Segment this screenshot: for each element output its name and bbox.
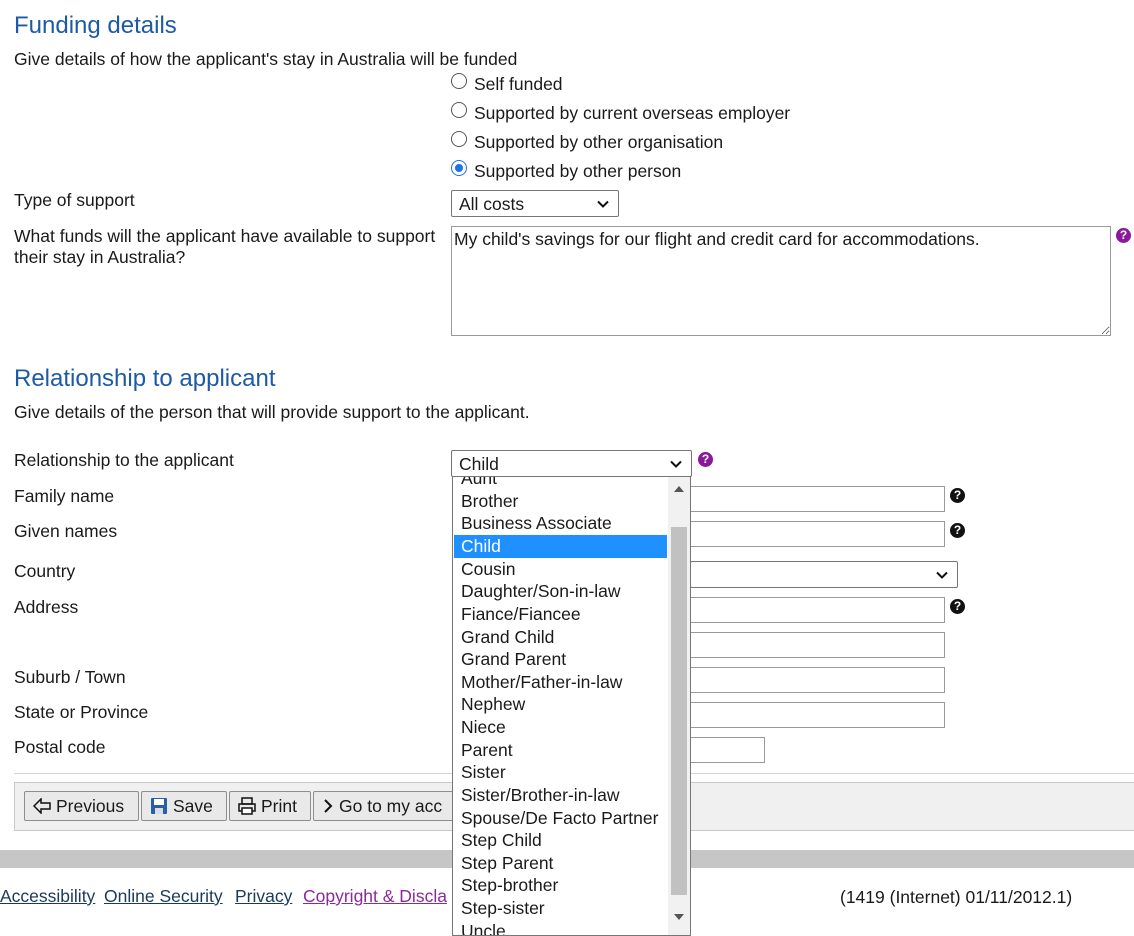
previous-button[interactable]: Previous: [24, 791, 139, 821]
save-icon: [151, 798, 167, 814]
dropdown-option[interactable]: Sister: [454, 761, 667, 784]
relationship-heading: Relationship to applicant: [14, 365, 276, 392]
country-select[interactable]: [690, 561, 958, 588]
postal-code-label: Postal code: [14, 737, 106, 757]
given-names-label: Given names: [14, 521, 118, 541]
dropdown-option[interactable]: Fiance/Fiancee: [454, 603, 667, 626]
given-names-input[interactable]: [690, 521, 945, 547]
funding-intro: Give details of how the applicant's stay…: [14, 49, 518, 69]
scroll-up-arrow-icon[interactable]: [674, 485, 684, 493]
radio-label: Supported by current overseas employer: [474, 103, 791, 123]
type-of-support-label: Type of support: [14, 190, 135, 210]
chevron-down-icon: [670, 460, 682, 468]
dropdown-option[interactable]: Step Parent: [454, 852, 667, 875]
radio-other-person[interactable]: Supported by other person: [451, 159, 681, 183]
chevron-down-icon: [936, 571, 948, 579]
dropdown-option[interactable]: Step-brother: [454, 874, 667, 897]
help-icon[interactable]: ?: [1116, 228, 1131, 243]
suburb-label: Suburb / Town: [14, 667, 126, 687]
select-value: Child: [459, 453, 499, 474]
dropdown-scrollbar[interactable]: [668, 477, 690, 935]
dropdown-option[interactable]: Spouse/De Facto Partner: [454, 807, 667, 830]
chevron-down-icon: [597, 200, 609, 208]
suburb-input[interactable]: [690, 667, 945, 693]
footer-link-copyright[interactable]: Copyright & Discla: [303, 886, 447, 907]
help-icon[interactable]: ?: [950, 488, 965, 503]
scroll-down-arrow-icon[interactable]: [674, 913, 684, 921]
print-label: Print: [261, 795, 297, 816]
chevron-right-icon: [324, 799, 333, 813]
footer-link-security[interactable]: Online Security: [104, 886, 223, 907]
postal-code-input[interactable]: [690, 737, 765, 763]
radio-other-organisation[interactable]: Supported by other organisation: [451, 130, 723, 154]
dropdown-option[interactable]: Parent: [454, 739, 667, 762]
type-of-support-select[interactable]: All costs: [451, 190, 619, 217]
dropdown-option[interactable]: Business Associate: [454, 512, 667, 535]
relationship-dropdown-list[interactable]: Aunt Brother Business Associate Child Co…: [452, 476, 691, 936]
radio-overseas-employer[interactable]: Supported by current overseas employer: [451, 101, 790, 125]
dropdown-option[interactable]: Grand Parent: [454, 648, 667, 671]
radio-button[interactable]: [451, 102, 467, 118]
previous-label: Previous: [56, 795, 125, 816]
dropdown-option[interactable]: Grand Child: [454, 626, 667, 649]
dropdown-option[interactable]: Daughter/Son-in-law: [454, 580, 667, 603]
radio-label: Self funded: [474, 74, 563, 94]
state-label: State or Province: [14, 702, 149, 722]
address-line1-input[interactable]: [690, 597, 945, 623]
family-name-input[interactable]: [690, 486, 945, 512]
dropdown-option[interactable]: Niece: [454, 716, 667, 739]
family-name-label: Family name: [14, 486, 115, 506]
radio-label: Supported by other organisation: [474, 132, 724, 152]
dropdown-option-selected[interactable]: Child: [454, 535, 667, 558]
state-input[interactable]: [690, 702, 945, 728]
funding-heading: Funding details: [14, 12, 177, 39]
relationship-label: Relationship to the applicant: [14, 450, 234, 470]
dropdown-option[interactable]: Step-sister: [454, 897, 667, 920]
print-button[interactable]: Print: [229, 791, 311, 821]
dropdown-option[interactable]: Sister/Brother-in-law: [454, 784, 667, 807]
dropdown-option[interactable]: Nephew: [454, 693, 667, 716]
arrow-left-icon: [33, 798, 51, 814]
save-button[interactable]: Save: [141, 791, 227, 821]
footer-link-privacy[interactable]: Privacy: [235, 886, 292, 907]
print-icon: [238, 797, 256, 815]
version-text: (1419 (Internet) 01/11/2012.1): [840, 887, 1073, 907]
save-label: Save: [173, 795, 213, 816]
country-label: Country: [14, 561, 76, 581]
go-to-account-button[interactable]: Go to my acc: [313, 791, 463, 821]
funds-textarea[interactable]: [451, 226, 1111, 336]
footer-link-accessibility[interactable]: Accessibility: [0, 886, 95, 907]
funds-label-line2: their stay in Australia?: [14, 247, 186, 267]
go-to-account-label: Go to my acc: [339, 795, 443, 816]
funds-label-line1: What funds will the applicant have avail…: [14, 226, 436, 246]
dropdown-option[interactable]: Aunt: [454, 477, 667, 490]
select-value: All costs: [459, 193, 525, 214]
dropdown-option[interactable]: Cousin: [454, 558, 667, 581]
address-line2-input[interactable]: [690, 632, 945, 658]
dropdown-option[interactable]: Mother/Father-in-law: [454, 671, 667, 694]
radio-button-checked[interactable]: [451, 160, 467, 176]
help-icon[interactable]: ?: [698, 452, 713, 467]
relationship-intro: Give details of the person that will pro…: [14, 402, 530, 422]
relationship-select[interactable]: Child: [451, 450, 692, 477]
help-icon[interactable]: ?: [950, 599, 965, 614]
help-icon[interactable]: ?: [950, 523, 965, 538]
scrollbar-thumb[interactable]: [671, 527, 687, 895]
radio-self-funded[interactable]: Self funded: [451, 72, 563, 96]
radio-button[interactable]: [451, 131, 467, 147]
radio-label: Supported by other person: [474, 161, 682, 181]
dropdown-option[interactable]: Step Child: [454, 829, 667, 852]
dropdown-option[interactable]: Brother: [454, 490, 667, 513]
radio-button[interactable]: [451, 73, 467, 89]
address-label: Address: [14, 597, 79, 617]
dropdown-option[interactable]: Uncle: [454, 920, 667, 935]
